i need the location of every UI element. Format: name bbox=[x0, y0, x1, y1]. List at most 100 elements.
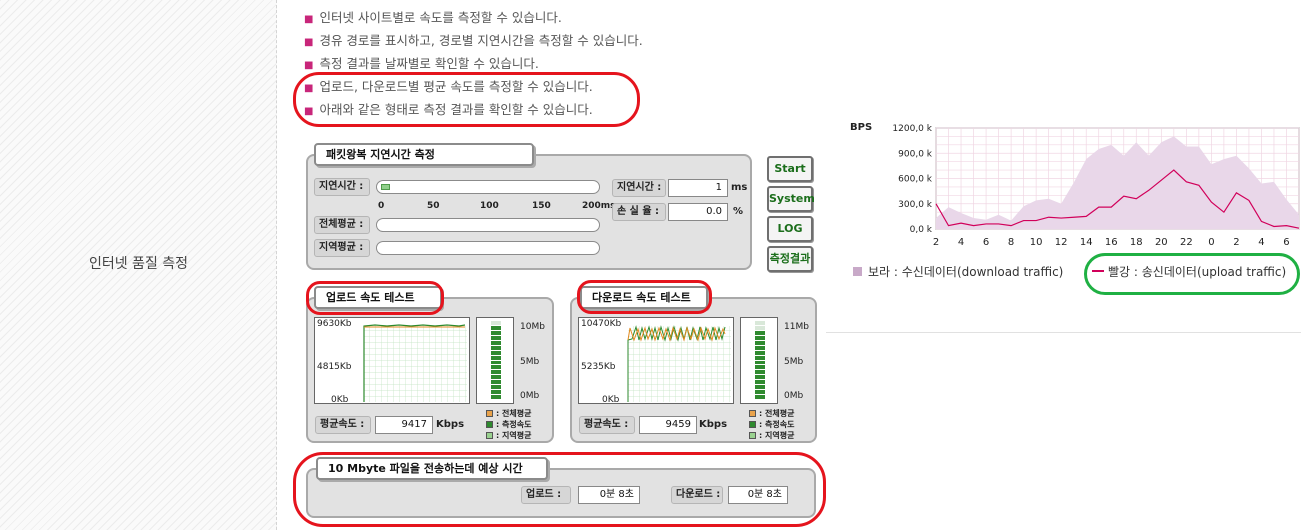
y-tick-label: 600,0 k bbox=[898, 175, 933, 185]
meter-segment bbox=[755, 345, 765, 350]
legend-swatch bbox=[749, 421, 756, 428]
meter-segment bbox=[755, 360, 765, 365]
bullet-icon: ■ bbox=[304, 37, 314, 48]
download-y-label: 5235Kb bbox=[581, 362, 616, 372]
latency-value-label: 지연시간 : bbox=[612, 179, 666, 197]
latency-scale-tick: 150 bbox=[532, 201, 551, 211]
legend-swatch bbox=[486, 421, 493, 428]
loss-rate-label: 손 실 율 : bbox=[612, 203, 666, 221]
download-meter-label: 11Mb bbox=[784, 322, 809, 332]
x-tick-label: 10 bbox=[1030, 237, 1043, 248]
x-tick-label: 18 bbox=[1130, 237, 1143, 248]
y-tick-label: 900,0 k bbox=[898, 149, 933, 159]
start-button[interactable]: Start bbox=[767, 156, 813, 182]
latency-gauge bbox=[376, 180, 600, 194]
download-graph-svg bbox=[627, 325, 731, 402]
meter-segment bbox=[491, 370, 501, 375]
x-tick-label: 14 bbox=[1080, 237, 1093, 248]
upload-legend-total: : 전체평균 bbox=[486, 408, 531, 419]
upload-legend-region: : 지역평균 bbox=[486, 430, 531, 441]
x-tick-label: 4 bbox=[958, 237, 964, 248]
meter-segment bbox=[491, 330, 501, 335]
y-tick-label: 0,0 k bbox=[910, 225, 933, 235]
download-meter-label: 0Mb bbox=[784, 391, 804, 401]
highlight-upload-title-oval bbox=[306, 281, 444, 315]
meter-segment bbox=[755, 395, 765, 399]
meter-segment bbox=[491, 340, 501, 345]
latency-scale-tick: 200ms bbox=[582, 201, 616, 211]
system-button[interactable]: System bbox=[767, 186, 815, 212]
feature-item: ■ 인터넷 사이트별로 속도를 측정할 수 있습니다. bbox=[304, 10, 562, 25]
x-tick-label: 16 bbox=[1105, 237, 1118, 248]
upload-meter-bars bbox=[491, 321, 501, 400]
meter-segment bbox=[755, 370, 765, 375]
latency-row-label: 지연시간 : bbox=[314, 178, 370, 196]
download-meter-bars bbox=[755, 321, 765, 400]
upload-graph bbox=[314, 317, 470, 404]
meter-segment bbox=[491, 355, 501, 360]
meter-segment bbox=[491, 395, 501, 399]
latency-scale-tick: 0 bbox=[378, 201, 385, 211]
legend-swatch bbox=[486, 432, 493, 439]
x-tick-label: 0 bbox=[1208, 237, 1214, 248]
x-tick-label: 22 bbox=[1180, 237, 1193, 248]
meter-segment bbox=[491, 325, 501, 330]
sidebar-label: 인터넷 품질 측정 bbox=[88, 256, 189, 272]
x-tick-label: 6 bbox=[1283, 237, 1289, 248]
purple-swatch-icon bbox=[853, 267, 862, 276]
latency-value: 1 bbox=[668, 179, 728, 197]
x-tick-label: 2 bbox=[933, 237, 939, 248]
x-tick-label: 6 bbox=[983, 237, 989, 248]
traffic-chart: 1200,0 k900,0 k600,0 k300,0 k0,0 k2 4 6 8 10… bbox=[892, 124, 1300, 248]
download-legend-measured: : 측정속도 bbox=[749, 419, 794, 430]
meter-segment bbox=[491, 365, 501, 370]
meter-segment bbox=[491, 335, 501, 340]
meter-segment bbox=[755, 365, 765, 370]
overall-avg-gauge bbox=[376, 218, 600, 232]
meter-segment bbox=[755, 385, 765, 390]
latency-unit: ms bbox=[731, 182, 748, 193]
feature-item: ■ 경유 경로를 표시하고, 경로별 지연시간을 측정할 수 있습니다. bbox=[304, 33, 643, 48]
meter-segment bbox=[755, 355, 765, 360]
bullet-icon: ■ bbox=[304, 60, 314, 71]
legend-swatch bbox=[749, 432, 756, 439]
meter-segment bbox=[755, 380, 765, 385]
bullet-icon: ■ bbox=[304, 14, 314, 25]
meter-segment bbox=[491, 385, 501, 390]
meter-segment bbox=[491, 360, 501, 365]
upload-meter-label: 5Mb bbox=[520, 357, 540, 367]
region-avg-label: 지역평균 : bbox=[314, 239, 370, 257]
download-meter-label: 5Mb bbox=[784, 357, 804, 367]
upload-avg-value: 9417 bbox=[375, 416, 433, 434]
upload-graph-grid bbox=[364, 326, 467, 402]
upload-avg-unit: Kbps bbox=[436, 419, 465, 430]
upload-y-label: 0Kb bbox=[331, 395, 349, 405]
download-avg-label: 평균속도 : bbox=[579, 416, 635, 434]
log-button[interactable]: LOG bbox=[767, 216, 813, 242]
highlight-download-title-oval bbox=[577, 280, 712, 314]
download-legend-total: : 전체평균 bbox=[749, 408, 794, 419]
upload-legend-measured: : 측정속도 bbox=[486, 419, 531, 430]
latency-scale-tick: 100 bbox=[480, 201, 499, 211]
results-button[interactable]: 측정결과 bbox=[767, 246, 813, 272]
meter-segment bbox=[755, 321, 765, 325]
download-y-label: 10470Kb bbox=[581, 319, 622, 329]
meter-segment bbox=[755, 390, 765, 395]
upload-y-label: 4815Kb bbox=[317, 362, 352, 372]
section-divider bbox=[826, 332, 1301, 333]
latency-gauge-fill bbox=[381, 184, 390, 190]
overall-avg-label: 전체평균 : bbox=[314, 216, 370, 234]
region-avg-gauge bbox=[376, 241, 600, 255]
upload-meter-label: 0Mb bbox=[520, 391, 540, 401]
download-avg-unit: Kbps bbox=[699, 419, 728, 430]
highlight-transfer-oval bbox=[293, 452, 826, 527]
upload-y-label: 9630Kb bbox=[317, 319, 352, 329]
download-meter bbox=[740, 317, 778, 404]
meter-segment bbox=[491, 345, 501, 350]
y-tick-label: 300,0 k bbox=[898, 200, 933, 210]
x-tick-label: 8 bbox=[1008, 237, 1014, 248]
x-tick-label: 2 bbox=[1233, 237, 1239, 248]
upload-meter bbox=[476, 317, 514, 404]
highlight-upload-legend-oval bbox=[1084, 253, 1300, 295]
meter-segment bbox=[491, 350, 501, 355]
